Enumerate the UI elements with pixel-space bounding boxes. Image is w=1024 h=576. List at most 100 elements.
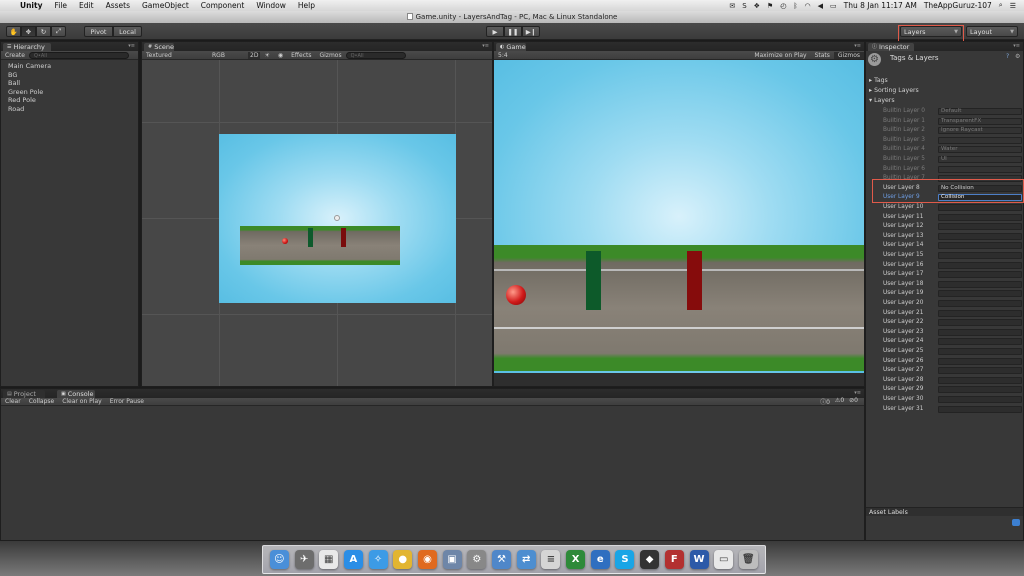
layer-name-field[interactable] [938,328,1022,336]
menu-window[interactable]: Window [250,1,292,10]
scene-viewport[interactable] [142,60,492,386]
word-icon[interactable]: W [689,550,709,569]
time-machine-icon[interactable]: ◴ [780,2,786,10]
preview-icon[interactable]: ▣ [442,550,462,569]
launchpad-icon[interactable]: ✈ [294,550,314,569]
list-item[interactable]: Red Pole [8,96,51,105]
tab-inspector[interactable]: ⓘ Inspector [868,43,914,51]
tag-icon[interactable] [1012,519,1020,526]
wifi-icon[interactable]: ◠ [805,2,811,10]
layer-name-field[interactable] [938,242,1022,250]
rotate-tool-icon[interactable]: ↻ [36,26,51,37]
create-dropdown[interactable]: Create [1,52,29,59]
scene-green-pole-sprite[interactable] [308,228,313,247]
notification-center-icon[interactable]: ☰ [1010,2,1016,10]
panel-menu-icon[interactable]: ▾≡ [482,43,489,49]
layer-name-field[interactable] [938,232,1022,240]
layer-name-field[interactable] [938,252,1022,259]
error-pause-toggle[interactable]: Error Pause [106,398,148,405]
list-item[interactable]: Main Camera [8,62,51,71]
menu-file[interactable]: File [48,1,73,10]
aspect-dropdown[interactable]: 5:4 [494,52,750,59]
warning-count-toggle[interactable]: ⚠0 [835,397,844,406]
menu-app-name[interactable]: Unity [14,1,48,10]
xcode-icon[interactable]: ⚒ [492,550,512,569]
play-button[interactable]: ▶ [486,26,504,37]
render-mode-dropdown[interactable]: RGB [208,52,248,59]
safari-icon[interactable]: ✧ [368,550,388,569]
list-item[interactable]: Green Pole [8,88,51,97]
scene-road-sprite[interactable] [240,226,400,265]
maximize-on-play-toggle[interactable]: Maximize on Play [750,52,810,59]
skype-icon[interactable]: S [615,550,635,569]
help-icon[interactable]: ? [1006,53,1009,60]
layer-name-field[interactable] [938,357,1022,365]
skype-status-icon[interactable]: S [742,2,746,10]
camera-gizmo-icon[interactable] [334,215,340,221]
panel-menu-icon[interactable]: ▾≡ [854,43,861,49]
notes-icon[interactable]: ≡ [541,550,561,569]
system-preferences-icon[interactable]: ⚙ [467,550,487,569]
scene-ball-sprite[interactable] [282,238,288,244]
hand-tool-icon[interactable]: ✋ [6,26,21,37]
info-count-toggle[interactable]: ⓘ0 [820,397,830,406]
layer-name-field[interactable] [938,309,1022,317]
step-button[interactable]: ▶❙ [522,26,540,37]
bluetooth-icon[interactable]: ᛒ [793,2,797,10]
panel-menu-icon[interactable]: ▾≡ [854,390,861,396]
layer-name-field[interactable] [938,367,1022,375]
layer-name-field[interactable] [938,223,1022,231]
battery-icon[interactable]: ▭ [830,2,837,10]
mail-icon[interactable]: ✉ [729,2,735,10]
layer-name-field[interactable] [938,405,1022,413]
list-item[interactable]: BG [8,71,51,80]
layer-name-field[interactable] [938,300,1022,307]
network-icon[interactable]: ⇄ [516,550,536,569]
excel-icon[interactable]: X [566,550,586,569]
layer-name-field[interactable] [938,396,1022,403]
collapse-toggle[interactable]: Collapse [25,398,59,405]
menu-component[interactable]: Component [195,1,251,10]
menu-gameobject[interactable]: GameObject [136,1,195,10]
spotlight-icon[interactable]: ⌕ [999,1,1003,10]
settings-icon[interactable]: ⚙ [1015,53,1020,60]
gizmos-dropdown[interactable]: Gizmos [315,52,345,59]
firefox-icon[interactable]: ◉ [417,550,437,569]
shading-dropdown[interactable]: Textured [142,52,208,59]
pivot-toggle[interactable]: Pivot [84,26,113,37]
volume-icon[interactable]: ◀ [818,2,823,10]
game-gizmos-toggle[interactable]: Gizmos [833,51,864,59]
layer-name-field[interactable] [938,386,1022,394]
audio-toggle-icon[interactable]: ◉ [274,52,287,59]
menu-assets[interactable]: Assets [100,1,136,10]
effects-dropdown[interactable]: Effects [287,52,315,59]
scene-search-input[interactable]: Q•All [345,51,406,59]
menubar-user[interactable]: TheAppGuruz-107 [924,1,992,10]
lighting-toggle-icon[interactable]: ☀ [260,52,273,59]
app-store-icon[interactable]: A [343,550,363,569]
layer-name-field[interactable] [938,376,1022,384]
layout-dropdown[interactable]: Layout ▼ [966,26,1018,37]
layer-name-field[interactable] [938,280,1022,288]
tab-project[interactable]: ▤ Project [3,390,45,398]
tags-foldout[interactable]: ▸ Tags [869,77,888,84]
menubar-datetime[interactable]: Thu 8 Jan 11:17 AM [844,1,917,10]
layer-name-field[interactable] [938,271,1022,279]
finder-icon[interactable]: ☺ [269,550,289,569]
documents-icon[interactable]: ▭ [714,550,734,569]
local-toggle[interactable]: Local [113,26,142,37]
dropbox-icon[interactable]: ❖ [754,2,760,10]
tab-game[interactable]: ◐ Game [496,43,526,51]
pause-button[interactable]: ❚❚ [504,26,522,37]
hierarchy-search-input[interactable]: Q•All [28,51,129,59]
menu-edit[interactable]: Edit [73,1,100,10]
clear-button[interactable]: Clear [1,398,25,405]
calendar-icon[interactable]: ▦ [319,550,339,569]
tab-hierarchy[interactable]: ☰ Hierarchy [3,43,51,51]
trash-icon[interactable]: 🗑 [738,550,758,569]
sorting-layers-foldout[interactable]: ▸ Sorting Layers [869,87,919,94]
flag-icon[interactable]: ⚑ [767,2,773,10]
list-item[interactable]: Ball [8,79,51,88]
tab-console[interactable]: ▣ Console [57,390,95,398]
panel-menu-icon[interactable]: ▾≡ [1013,43,1020,49]
